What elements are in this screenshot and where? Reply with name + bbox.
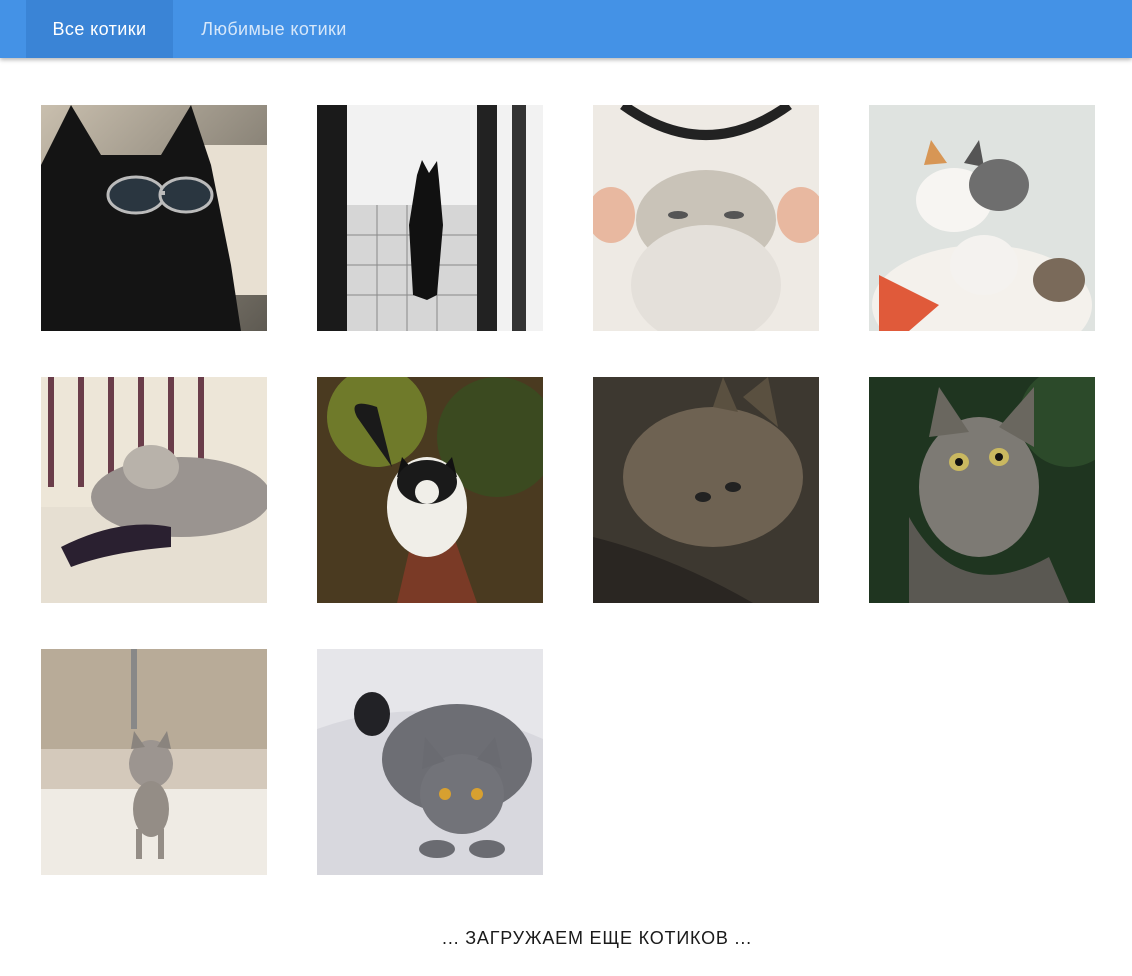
cat-photo-icon [41,105,267,331]
cat-photo-5[interactable] [41,377,267,603]
tab-all-cats[interactable]: Все котики [26,0,173,58]
cat-photo-icon [317,105,543,331]
cat-photo-9[interactable] [41,649,267,875]
cat-photo-3[interactable] [593,105,819,331]
app-bar: Все котики Любимые котики [0,0,1132,58]
cat-photo-7[interactable] [593,377,819,603]
cat-photo-icon [41,649,267,875]
loading-more-text: ... ЗАГРУЖАЕМ ЕЩЕ КОТИКОВ ... [442,928,752,948]
cat-photo-icon [41,377,267,603]
cat-photo-2[interactable] [317,105,543,331]
tab-favorite-cats[interactable]: Любимые котики [173,0,375,58]
cat-photo-4[interactable] [869,105,1095,331]
cat-photo-icon [869,377,1095,603]
cat-photo-1[interactable] [41,105,267,331]
cat-photo-icon [593,377,819,603]
cat-photo-6[interactable] [317,377,543,603]
cat-photo-icon [869,105,1095,331]
cat-photo-10[interactable] [317,649,543,875]
cat-photo-icon [317,649,543,875]
cat-photo-icon [593,105,819,331]
cat-photo-8[interactable] [869,377,1095,603]
cat-photo-icon [317,377,543,603]
